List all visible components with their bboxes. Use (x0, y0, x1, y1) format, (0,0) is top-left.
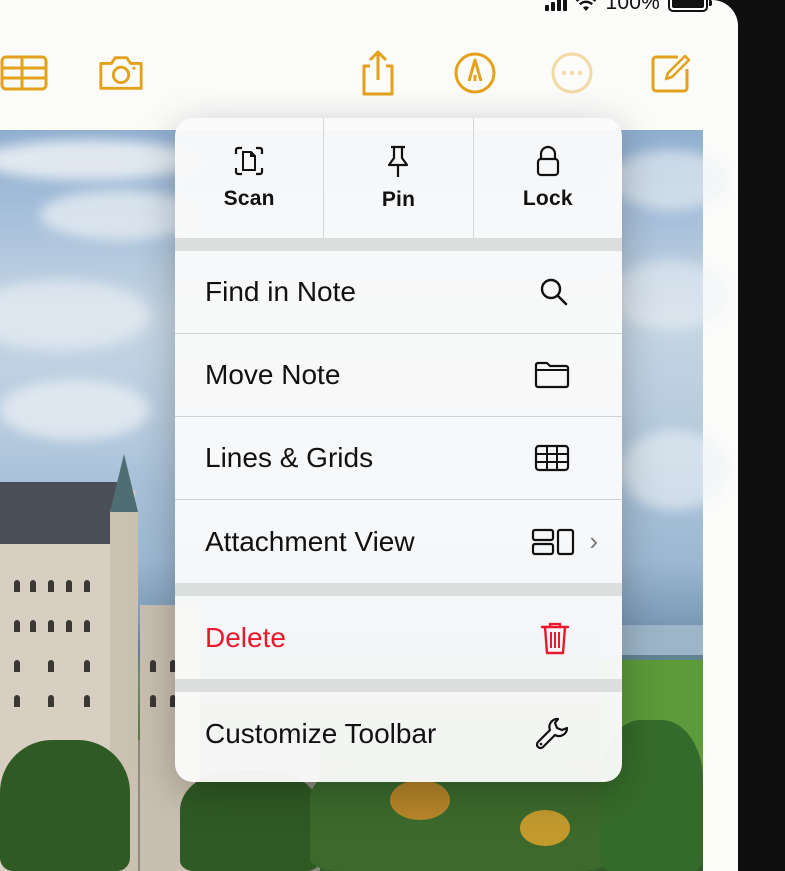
scan-document-icon (235, 146, 264, 176)
delete-item[interactable]: Delete (175, 596, 622, 679)
delete-label: Delete (205, 621, 286, 653)
customize-toolbar-item[interactable]: Customize Toolbar (175, 692, 622, 775)
scan-button[interactable]: Scan (175, 118, 325, 238)
markup-pen-icon (454, 52, 496, 94)
move-note-label: Move Note (205, 359, 341, 390)
lines-and-grids-item[interactable]: Lines & Grids (175, 417, 622, 500)
status-bar: 100% (545, 0, 712, 15)
wifi-icon (576, 0, 597, 11)
lines-and-grids-label: Lines & Grids (205, 442, 374, 473)
find-in-note-item[interactable]: Find in Note (175, 251, 622, 334)
battery-icon (668, 0, 712, 12)
battery-percent: 100% (605, 0, 660, 14)
lock-label: Lock (522, 187, 573, 210)
folder-icon (534, 361, 570, 389)
more-button[interactable] (548, 50, 596, 96)
move-note-item[interactable]: Move Note (175, 334, 622, 417)
table-button[interactable] (0, 50, 48, 96)
quick-actions-row: Scan Pin Lock (175, 118, 622, 238)
menu-separator (175, 679, 622, 692)
notes-window: 100% Scan Pin Lock Find in Note Move Not… (0, 0, 738, 871)
share-icon (362, 50, 394, 96)
cellular-signal-icon (545, 0, 568, 11)
attachment-view-item[interactable]: Attachment View › (175, 500, 622, 583)
customize-toolbar-label: Customize Toolbar (205, 717, 437, 749)
pin-icon (388, 145, 409, 177)
share-button[interactable] (354, 50, 402, 96)
search-icon (540, 278, 568, 306)
wrench-icon (535, 717, 569, 749)
lock-button[interactable]: Lock (474, 118, 622, 238)
camera-button[interactable] (97, 50, 145, 96)
compose-button[interactable] (646, 50, 694, 96)
menu-separator (175, 238, 622, 251)
pin-button[interactable]: Pin (324, 118, 474, 238)
compose-icon (651, 54, 691, 93)
attachment-view-icon (532, 528, 575, 555)
camera-icon (99, 56, 143, 90)
note-options-menu: Scan Pin Lock Find in Note Move Note Lin… (175, 118, 622, 782)
attachment-view-label: Attachment View (205, 525, 415, 557)
lock-icon (536, 145, 559, 177)
table-icon (0, 55, 48, 91)
scan-label: Scan (223, 187, 275, 210)
pin-label: Pin (381, 188, 416, 211)
more-ellipsis-icon (551, 52, 593, 94)
grid-icon (534, 444, 570, 472)
markup-button[interactable] (451, 50, 499, 96)
trash-icon (540, 622, 570, 654)
chevron-right-icon: › (589, 526, 598, 556)
menu-separator (175, 583, 622, 596)
find-in-note-label: Find in Note (205, 276, 356, 307)
